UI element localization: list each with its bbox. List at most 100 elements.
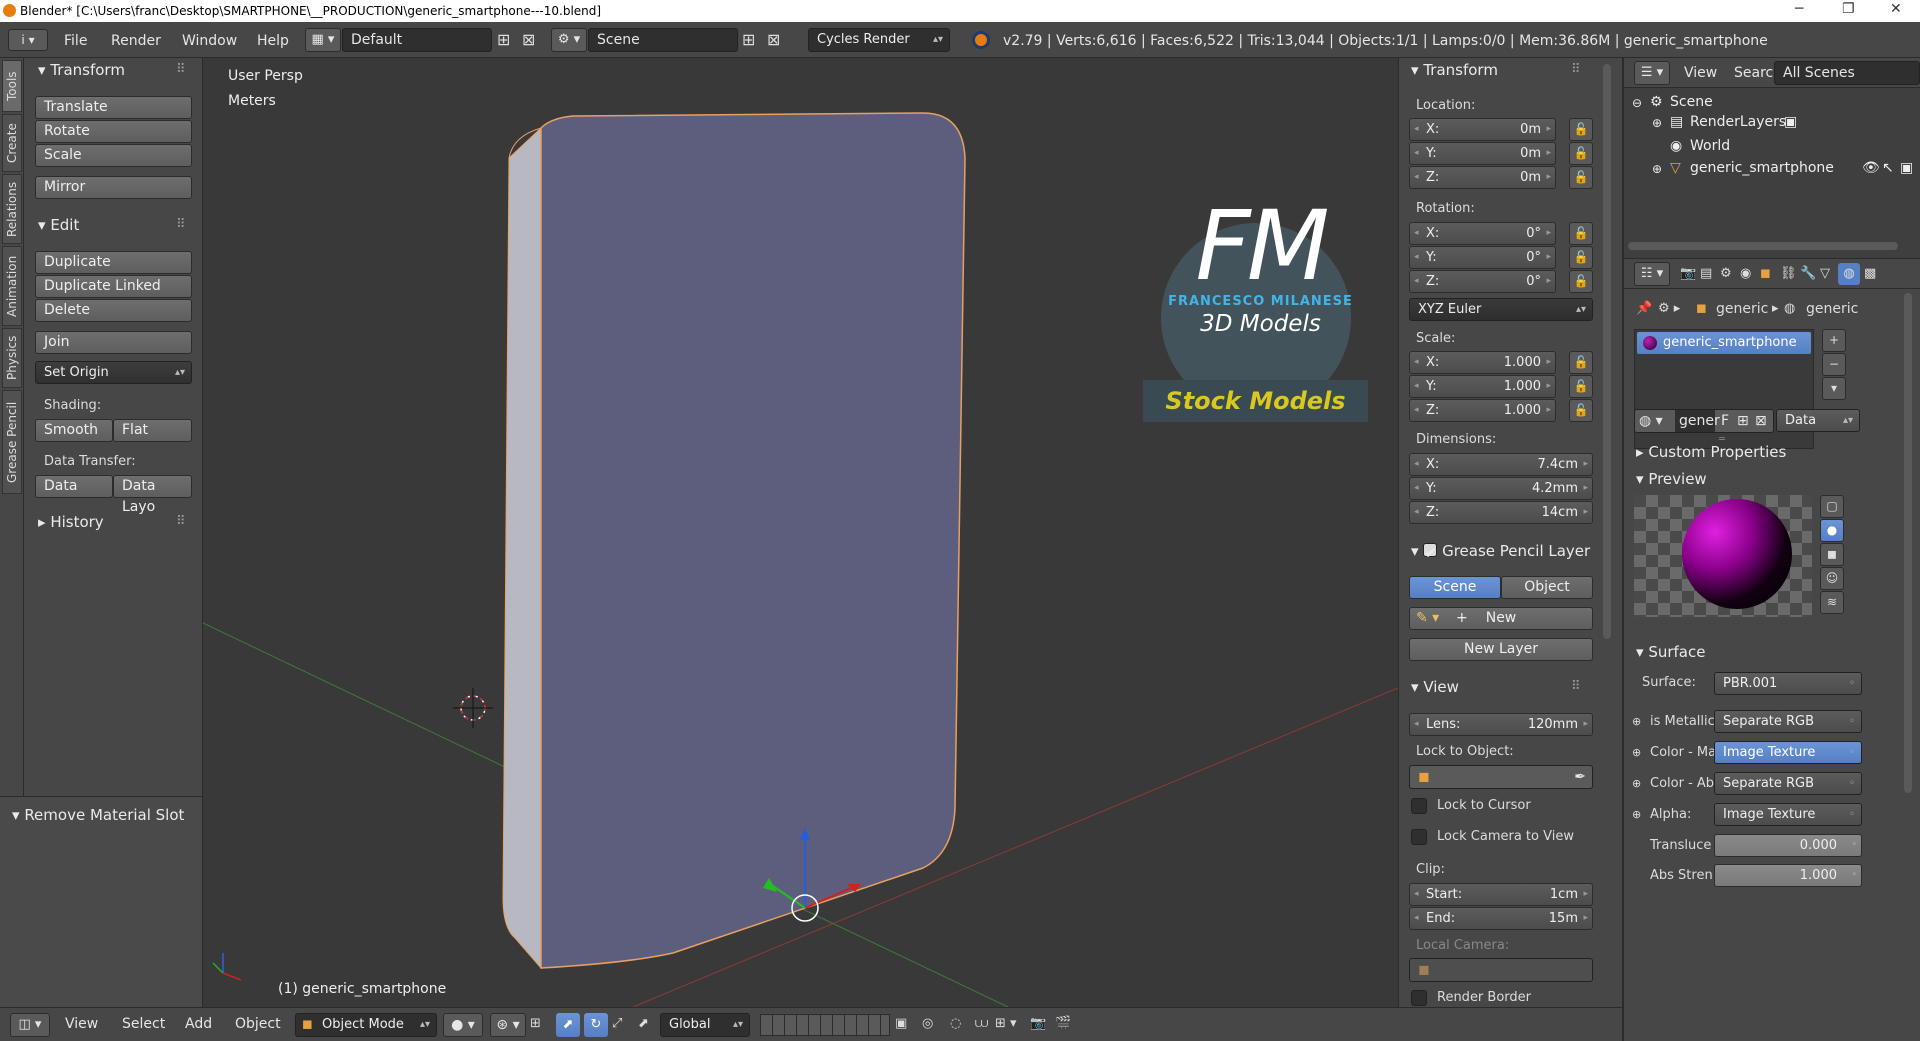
translate-manipulator-icon[interactable]: ⬈ (556, 1013, 580, 1037)
lock-icon[interactable]: 🔓 (1569, 166, 1593, 189)
delete-scene-icon[interactable]: ⊠ (767, 30, 780, 49)
lock-object-field[interactable]: ◼ ✒ (1409, 765, 1593, 789)
surface-header[interactable]: ▾ Surface (1636, 643, 1705, 661)
outliner-expand-icon[interactable]: ⊖ (1632, 96, 1642, 110)
menu-render[interactable]: Render (111, 33, 161, 49)
lock-icon[interactable]: 🔓 (1569, 270, 1593, 293)
abs-stren-slider[interactable]: 1.000 ◦ (1714, 864, 1862, 887)
mirror-button[interactable]: Mirror (35, 176, 192, 199)
minimize-button[interactable]: ─ (1795, 1, 1803, 17)
transform-header[interactable]: ▾ Transform (1411, 61, 1498, 79)
pin-icon[interactable]: 📌 (1636, 301, 1652, 316)
scene-field[interactable]: Scene (588, 28, 738, 52)
scene-tab-icon[interactable]: ⚙ (1720, 266, 1732, 281)
preview-sphere-button[interactable]: ● (1820, 519, 1844, 542)
preview-plane-button[interactable]: ▢ (1820, 495, 1844, 518)
color-ab-select[interactable]: Separate RGB ◦ (1714, 772, 1862, 795)
outliner-scene[interactable]: Scene (1670, 94, 1713, 110)
snap-toggle-icon[interactable]: ⩊ (975, 1016, 988, 1031)
lock-icon[interactable]: 🔓 (1569, 246, 1593, 269)
color-ma-select[interactable]: Image Texture ◦ (1714, 741, 1862, 764)
scale-button[interactable]: Scale (35, 144, 192, 167)
lens-field[interactable]: ◂ Lens: 120mm ▸ (1409, 713, 1593, 736)
add-slot-button[interactable]: + (1822, 329, 1846, 352)
lock-icon[interactable]: 🔓 (1569, 222, 1593, 245)
fake-user-button[interactable]: F (1721, 410, 1729, 432)
render-camera-icon[interactable]: ▣ (1900, 160, 1913, 176)
pivot-point-select[interactable]: ⊛ ▾ (490, 1013, 526, 1037)
data-tab-icon[interactable]: ▽ (1820, 266, 1830, 281)
set-origin-select[interactable]: Set Origin ▴▾ (35, 361, 192, 384)
screen-layout-icon[interactable]: ▦ ▾ (305, 28, 341, 52)
menu-add[interactable]: Add (185, 1016, 212, 1032)
material-slot-item[interactable]: generic_smartphone (1637, 332, 1811, 354)
tab-physics[interactable]: Physics (2, 328, 22, 388)
outliner-hscrollbar[interactable] (1628, 242, 1898, 250)
material-browse-icon[interactable]: ◍ ▾ (1639, 410, 1663, 432)
is-metallic-select[interactable]: Separate RGB ◦ (1714, 710, 1862, 733)
visibility-eye-icon[interactable]: 👁 (1862, 160, 1880, 176)
select-cursor-icon[interactable]: ↖ (1882, 160, 1894, 176)
surface-node-select[interactable]: PBR.001 ◦ (1714, 672, 1862, 695)
render-border-checkbox[interactable] (1411, 990, 1427, 1006)
preview-monkey-button[interactable]: ☺ (1820, 567, 1844, 590)
panel-drag-icon[interactable]: ⠿ (1571, 679, 1581, 694)
delete-layout-icon[interactable]: ⊠ (522, 30, 535, 49)
constraints-tab-icon[interactable]: ⛓ (1780, 266, 1797, 281)
duplicate-linked-button[interactable]: Duplicate Linked (35, 275, 192, 298)
manipulator-extra-icon[interactable]: ⬈ (638, 1016, 649, 1031)
rotation-z-field[interactable]: ◂ Z: 0° ▸ (1409, 270, 1556, 293)
snap-element-icon[interactable]: ⊞ ▾ (995, 1016, 1017, 1031)
outliner-expand-icon[interactable]: ⊕ (1652, 116, 1662, 130)
render-layer-icon[interactable]: ◎ (922, 1016, 933, 1031)
lock-icon[interactable]: 🔓 (1569, 118, 1593, 141)
dimension-z-field[interactable]: ◂ Z: 14cm ▸ (1409, 501, 1593, 524)
tab-relations[interactable]: Relations (2, 174, 22, 244)
rotation-y-field[interactable]: ◂ Y: 0° ▸ (1409, 246, 1556, 269)
data-transfer-button[interactable]: Data (35, 475, 113, 498)
alpha-select[interactable]: Image Texture ◦ (1714, 803, 1862, 826)
lock-icon[interactable]: 🔓 (1569, 399, 1593, 422)
panel-drag-icon[interactable]: ⠿ (176, 217, 186, 232)
dimension-y-field[interactable]: ◂ Y: 4.2mm ▸ (1409, 477, 1593, 500)
tab-animation[interactable]: Animation (2, 246, 22, 326)
outliner-display-select[interactable]: All Scenes (1774, 61, 1920, 85)
outliner-view-menu[interactable]: View (1684, 65, 1717, 81)
unlink-material-icon[interactable]: ⊠ (1755, 410, 1767, 432)
texture-tab-icon[interactable]: ▩ (1864, 266, 1876, 281)
renderlayers-tab-icon[interactable]: ▤ (1700, 266, 1712, 281)
menu-select[interactable]: Select (122, 1016, 165, 1032)
scale-z-field[interactable]: ◂ Z: 1.000 ▸ (1409, 399, 1556, 422)
material-datablock-field[interactable]: ◍ ▾ gener F ⊞ ⊠ (1634, 409, 1774, 433)
smooth-button[interactable]: Smooth (35, 419, 113, 442)
menu-window[interactable]: Window (182, 33, 237, 49)
renderlayer-toggle-icon[interactable]: ▣ (1784, 114, 1797, 130)
proportional-edit-icon[interactable]: ◌ (950, 1016, 961, 1031)
material-name[interactable]: gener (1675, 410, 1720, 432)
history-panel-header[interactable]: ▸ History (38, 513, 104, 531)
location-y-field[interactable]: ◂ Y: 0m ▸ (1409, 142, 1556, 165)
menu-help[interactable]: Help (257, 33, 289, 49)
maximize-button[interactable]: ❐ (1842, 1, 1855, 17)
object-tab-icon[interactable]: ◼ (1760, 266, 1771, 281)
3d-viewport[interactable]: User Persp Meters FM FRANCESCO MILANESE … (203, 58, 1398, 1007)
gp-layer-checkbox[interactable]: ✔ (1423, 543, 1438, 562)
local-camera-field[interactable]: ◼ (1409, 958, 1593, 982)
gp-new-layer-button[interactable]: New Layer (1409, 638, 1593, 661)
menu-object[interactable]: Object (235, 1016, 281, 1032)
opengl-render-icon[interactable]: 📷 (1030, 1016, 1046, 1031)
outliner-world[interactable]: World (1690, 138, 1730, 154)
rotate-manipulator-icon[interactable]: ↻ (584, 1013, 608, 1037)
interaction-mode-select[interactable]: ◼ Object Mode ▴▾ (295, 1013, 437, 1037)
panel-drag-icon[interactable]: ⠿ (176, 514, 186, 529)
render-engine-select[interactable]: Cycles Render ▴▾ (808, 28, 950, 52)
properties-scrollbar[interactable] (1904, 293, 1912, 793)
tab-create[interactable]: Create (2, 114, 22, 172)
view3d-editor-icon[interactable]: ◫ ▾ (10, 1013, 50, 1037)
lock-layers-icon[interactable]: ▣ (895, 1016, 907, 1031)
preview-header[interactable]: ▾ Preview (1636, 470, 1707, 488)
breadcrumb-object[interactable]: generic (1716, 301, 1768, 317)
screen-layout-field[interactable]: Default (342, 28, 492, 52)
delete-button[interactable]: Delete (35, 299, 192, 322)
eyedropper-icon[interactable]: ✒ (1574, 766, 1586, 788)
